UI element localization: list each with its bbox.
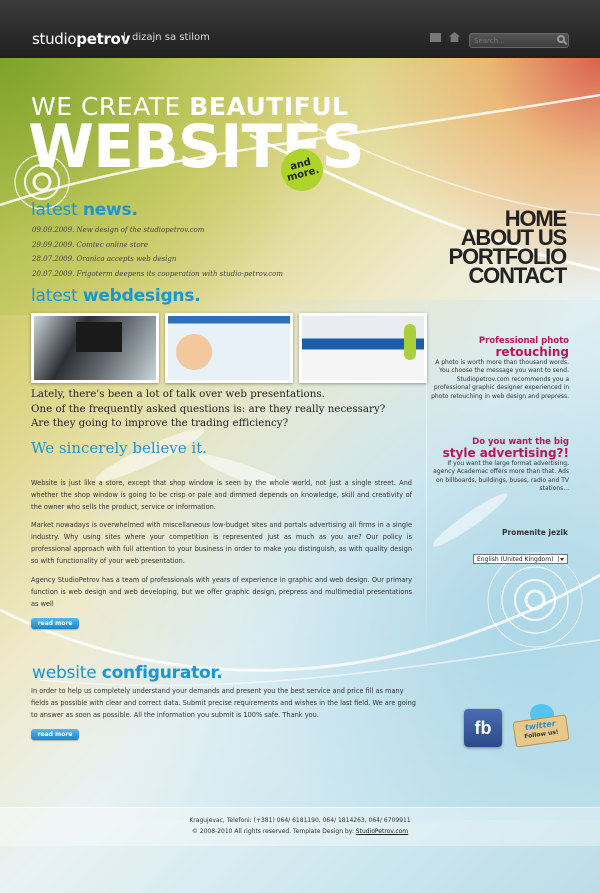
news-item[interactable]: 28.07.2009. Oranica accepts web design — [32, 255, 283, 270]
language-selected-value: English (United Kingdom) — [477, 556, 554, 563]
intro-lead: Lately, there's been a lot of talk over … — [31, 388, 386, 429]
column-divider — [426, 286, 427, 646]
language-label: Promenite jezik — [501, 528, 568, 537]
mail-icon[interactable] — [430, 33, 441, 42]
site-logo[interactable]: studiopetrov — [32, 30, 130, 48]
website-configurator-heading: website configurator. — [32, 663, 223, 683]
footer-designer-link[interactable]: StudioPetrov.com — [356, 828, 408, 835]
promo-retouching-text: A photo is worth more than thousand word… — [431, 359, 569, 400]
home-icon[interactable] — [449, 32, 460, 42]
footer — [0, 807, 600, 846]
site-tagline: dizajn sa stilom — [124, 32, 210, 44]
promo-retouching-title[interactable]: Professional photo retouching — [479, 337, 569, 359]
language-select[interactable]: English (United Kingdom) — [473, 554, 568, 564]
decorative-rings-right — [487, 552, 583, 648]
believe-heading: We sincerely believe it. — [31, 439, 208, 457]
webdesign-thumbnail[interactable] — [299, 313, 427, 383]
news-item[interactable]: 09.09.2009. New design of the studiopetr… — [32, 226, 283, 241]
chevron-down-icon — [558, 556, 566, 562]
news-list: 09.09.2009. New design of the studiopetr… — [32, 226, 283, 284]
promo-advertising-text: If you want the large format advertising… — [433, 460, 569, 493]
twitter-follow-badge[interactable]: twitter Follow us! — [512, 704, 570, 750]
webdesign-thumbnail[interactable] — [31, 313, 159, 383]
search-input[interactable] — [474, 34, 552, 47]
news-item[interactable]: 29.09.2009. Comtec online store — [32, 241, 283, 256]
promo-advertising-title[interactable]: Do you want the big style advertising?! — [443, 438, 569, 460]
news-item[interactable]: 20.07.2009. Frigoterm deepens its cooper… — [32, 270, 283, 285]
latest-news-heading: latest news. — [31, 200, 138, 220]
footer-contact: Kragujevac, Telefoni: (+381) 064/ 618119… — [189, 817, 411, 824]
intro-paragraph: Website is just like a store, except tha… — [31, 479, 412, 511]
footer-copyright: © 2008-2010 All rights reserved. Templat… — [191, 828, 409, 835]
intro-paragraph: Market nowadays is overwhelmed with misc… — [31, 521, 412, 565]
webdesign-thumbnails — [31, 313, 427, 383]
facebook-icon[interactable]: fb — [464, 709, 502, 747]
main-nav: HOME ABOUT US PORTFOLIO CONTACT — [448, 208, 567, 287]
search-box — [469, 33, 569, 48]
configurator-text: In order to help us completely understan… — [31, 687, 416, 719]
intro-paragraph: Agency StudioPetrov has a team of profes… — [31, 576, 412, 608]
read-more-button[interactable]: read more — [31, 618, 79, 629]
configurator-read-more-button[interactable]: read more — [31, 729, 79, 740]
webdesign-thumbnail[interactable] — [165, 313, 293, 383]
twitter-sign: twitter Follow us! — [512, 714, 570, 748]
top-bar: studiopetrov dizajn sa stilom — [0, 0, 600, 58]
search-icon[interactable] — [557, 35, 565, 43]
latest-webdesigns-heading: latest webdesigns. — [31, 286, 201, 306]
